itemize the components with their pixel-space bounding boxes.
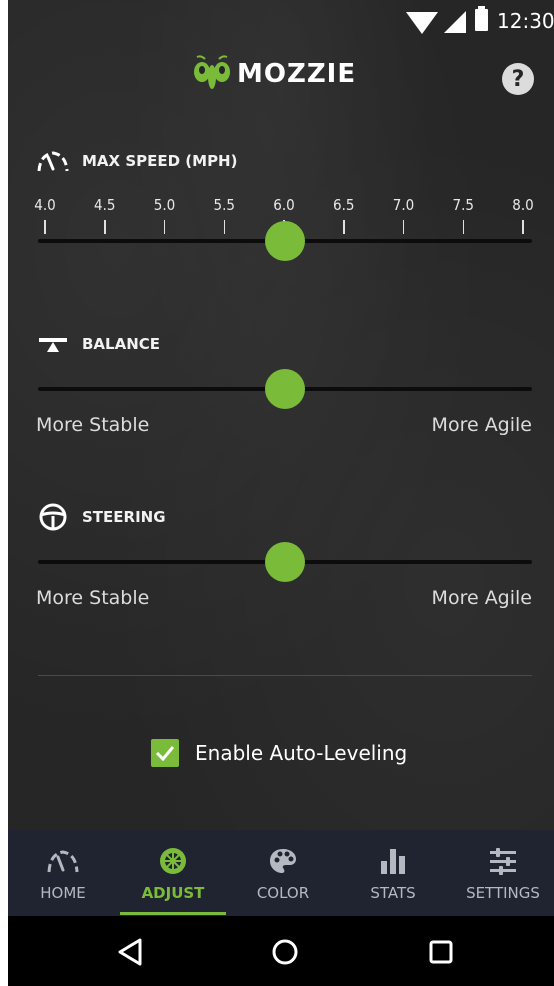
section-divider (38, 675, 532, 676)
brand-name: MOZZIE (237, 59, 357, 89)
speed-tick-label: 6.5 (333, 196, 355, 214)
auto-leveling-checkbox[interactable] (151, 739, 179, 767)
speed-tick-label: 5.5 (213, 196, 235, 214)
nav-item-adjust[interactable]: ADJUST (118, 830, 228, 916)
checkmark-icon (155, 746, 175, 761)
steering-label: STEERING (82, 508, 166, 526)
auto-leveling-toggle[interactable]: Enable Auto-Leveling (151, 737, 407, 769)
nav-item-home[interactable]: HOME (8, 830, 118, 916)
balance-slider[interactable] (38, 367, 532, 411)
speed-tick-label: 6.0 (273, 196, 295, 214)
steering-heading: STEERING (36, 503, 166, 531)
help-icon: ? (511, 66, 525, 92)
help-button[interactable]: ? (502, 63, 534, 95)
nav-item-settings[interactable]: SETTINGS (448, 830, 554, 916)
balance-min-label: More Stable (36, 414, 150, 436)
speed-tick-label: 4.5 (94, 196, 116, 214)
slider-thumb[interactable] (265, 369, 305, 409)
nav-label-settings: SETTINGS (466, 884, 540, 902)
bottom-navigation: HOME ADJUST COLOR STATS SETTINGS (8, 830, 554, 916)
status-bar: 12:30 (8, 0, 554, 44)
balance-label: BALANCE (82, 335, 161, 353)
slider-thumb[interactable] (265, 542, 305, 582)
app-logo: MOZZIE (191, 54, 356, 94)
steering-wheel-icon (39, 503, 67, 531)
signal-icon (444, 11, 466, 33)
app-screen: 12:30 MOZZIE ? MAX SPEED (MPH) 4.0 4.5 5.0… (8, 0, 554, 986)
system-navigation-bar (8, 916, 554, 986)
palette-icon (263, 844, 303, 878)
nav-item-color[interactable]: COLOR (228, 830, 338, 916)
speed-tick-label: 7.5 (452, 196, 474, 214)
nav-label-color: COLOR (256, 884, 310, 902)
balance-board-icon (39, 338, 67, 352)
speed-tick-scale: 4.0 4.5 5.0 5.5 6.0 6.5 7.0 7.5 8.0 (8, 196, 554, 234)
nav-label-home: HOME (40, 884, 86, 902)
balance-heading: BALANCE (36, 331, 160, 357)
nav-label-stats: STATS (370, 884, 416, 902)
wheel-icon (153, 844, 193, 878)
steering-max-label: More Agile (431, 587, 532, 609)
active-tab-indicator (120, 912, 226, 915)
speedometer-icon (37, 151, 69, 172)
speed-tick-label: 8.0 (512, 196, 534, 214)
speed-tick-label: 7.0 (392, 196, 415, 214)
steering-min-label: More Stable (36, 587, 150, 609)
mantis-icon (194, 55, 230, 89)
recents-icon[interactable] (423, 934, 459, 970)
max-speed-slider[interactable] (38, 219, 532, 263)
speed-tick-label: 4.0 (34, 196, 56, 214)
wifi-icon (406, 12, 438, 34)
slider-thumb[interactable] (265, 221, 305, 261)
nav-item-stats[interactable]: STATS (338, 830, 448, 916)
status-time: 12:30 (497, 9, 554, 33)
speedometer-icon (43, 844, 83, 878)
home-circle-icon[interactable] (267, 934, 303, 970)
back-icon[interactable] (112, 934, 148, 970)
speed-tick-label: 5.0 (153, 196, 176, 214)
max-speed-label: MAX SPEED (MPH) (82, 152, 238, 170)
steering-slider[interactable] (38, 540, 532, 584)
bar-chart-icon (373, 844, 413, 878)
auto-leveling-label: Enable Auto-Leveling (195, 741, 408, 765)
battery-icon (475, 6, 488, 31)
nav-label-adjust: ADJUST (141, 884, 205, 902)
balance-max-label: More Agile (431, 414, 532, 436)
max-speed-heading: MAX SPEED (MPH) (36, 148, 237, 174)
sliders-icon (483, 844, 523, 878)
